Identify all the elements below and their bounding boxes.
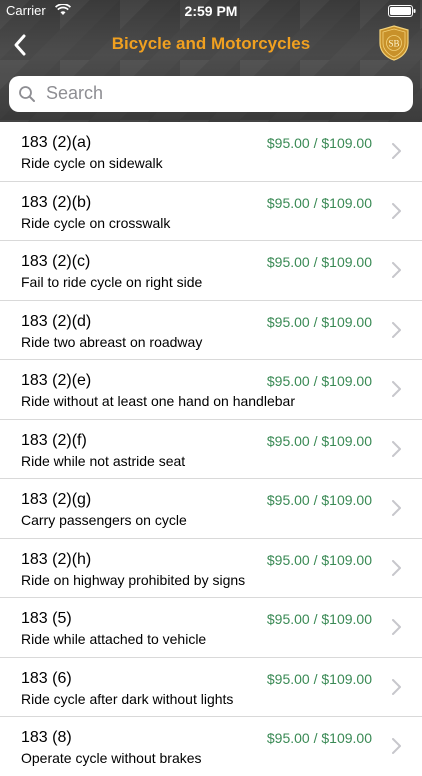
list-item[interactable]: 183 (5) $95.00 / $109.00 Ride while atta… [0, 598, 422, 658]
violation-code: 183 (8) [21, 729, 72, 746]
list-item[interactable]: 183 (2)(g) $95.00 / $109.00 Carry passen… [0, 479, 422, 539]
violation-description: Ride cycle after dark without lights [21, 690, 234, 707]
list-item[interactable]: 183 (2)(d) $95.00 / $109.00 Ride two abr… [0, 301, 422, 360]
violation-description: Ride while attached to vehicle [21, 631, 207, 647]
violation-description: Ride without at least one hand on handle… [21, 393, 295, 409]
chevron-right-icon [392, 559, 401, 576]
violation-code: 183 (2)(b) [21, 193, 92, 211]
search-placeholder: Search [46, 83, 104, 103]
violation-code: 183 (2)(a) [21, 134, 92, 151]
violation-description: Ride on highway prohibited by signs [21, 571, 246, 588]
list-item[interactable]: 183 (2)(f) $95.00 / $109.00 Ride while n… [0, 420, 422, 479]
violation-description: Fail to ride cycle on right side [21, 274, 203, 290]
violation-price: $95.00 / $109.00 [266, 492, 372, 508]
list-item[interactable]: 183 (2)(e) $95.00 / $109.00 Ride without… [0, 360, 422, 420]
violation-description: Ride while not astride seat [21, 452, 186, 469]
violation-code: 183 (2)(h) [21, 550, 92, 568]
chevron-right-icon [392, 738, 401, 754]
shield-badge-icon[interactable]: SB [378, 25, 410, 61]
violation-code: 183 (2)(d) [21, 312, 92, 330]
list-item[interactable]: 183 (6) $95.00 / $109.00 Ride cycle afte… [0, 658, 422, 717]
violation-price: $95.00 / $109.00 [266, 551, 372, 568]
chevron-right-icon [392, 381, 401, 397]
badge-text: SB [388, 39, 399, 49]
violation-price: $95.00 / $109.00 [266, 194, 372, 211]
chevron-right-icon [392, 321, 401, 338]
violation-price: $95.00 / $109.00 [266, 135, 372, 151]
chevron-right-icon [392, 143, 401, 159]
list-item[interactable]: 183 (2)(b) $95.00 / $109.00 Ride cycle o… [0, 182, 422, 241]
search-input[interactable]: Search [9, 76, 413, 112]
status-bar: Carrier 2:59 PM [0, 0, 422, 22]
violation-code: 183 (2)(c) [21, 253, 91, 270]
back-button[interactable] [8, 30, 36, 60]
list-item[interactable]: 183 (2)(h) $95.00 / $109.00 Ride on high… [0, 539, 422, 598]
violation-price: $95.00 / $109.00 [266, 313, 372, 330]
chevron-right-icon [392, 440, 401, 457]
battery-icon [388, 5, 416, 17]
violation-code: 183 (5) [21, 610, 72, 627]
violation-code: 183 (2)(g) [21, 491, 92, 508]
violation-code: 183 (2)(e) [21, 372, 92, 389]
navigation-header: Carrier 2:59 PM Bicycle and Motorcycles … [0, 0, 422, 122]
chevron-right-icon [392, 262, 401, 278]
violation-description: Carry passengers on cycle [21, 512, 187, 528]
list-item[interactable]: 183 (2)(c) $95.00 / $109.00 Fail to ride… [0, 241, 422, 301]
search-icon [19, 86, 35, 102]
chevron-left-icon [14, 34, 26, 56]
violation-price: $95.00 / $109.00 [266, 670, 372, 687]
violation-list: 183 (2)(a) $95.00 / $109.00 Ride cycle o… [0, 122, 422, 776]
violation-price: $95.00 / $109.00 [266, 254, 372, 270]
list-item[interactable]: 183 (8) $95.00 / $109.00 Operate cycle w… [0, 717, 422, 776]
chevron-right-icon [392, 678, 401, 695]
violation-code: 183 (6) [21, 669, 72, 687]
violation-description: Operate cycle without brakes [21, 750, 202, 766]
violation-description: Ride two abreast on roadway [21, 333, 203, 350]
chevron-right-icon [392, 500, 401, 516]
violation-description: Ride cycle on sidewalk [21, 155, 163, 171]
chevron-right-icon [392, 619, 401, 635]
violation-price: $95.00 / $109.00 [266, 373, 372, 389]
violation-price: $95.00 / $109.00 [266, 611, 372, 627]
violation-code: 183 (2)(f) [21, 431, 87, 449]
status-time: 2:59 PM [184, 3, 238, 19]
violation-description: Ride cycle on crosswalk [21, 214, 171, 231]
page-title: Bicycle and Motorcycles [111, 34, 311, 53]
violation-price: $95.00 / $109.00 [266, 730, 372, 746]
violation-price: $95.00 / $109.00 [266, 432, 372, 449]
chevron-right-icon [392, 202, 401, 219]
list-item[interactable]: 183 (2)(a) $95.00 / $109.00 Ride cycle o… [0, 122, 422, 182]
